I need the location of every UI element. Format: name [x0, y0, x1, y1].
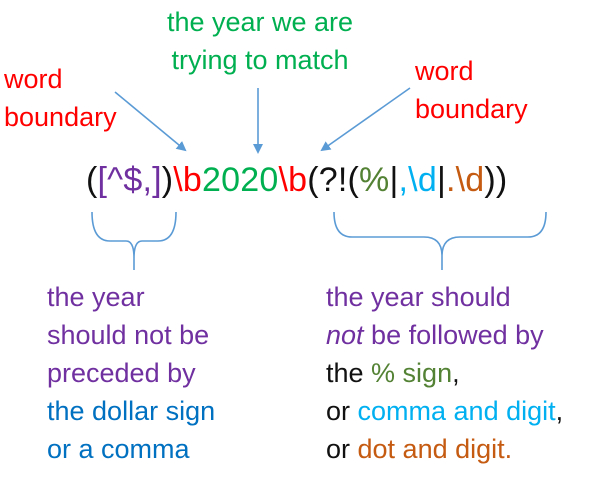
line-4-suffix: , — [555, 396, 564, 426]
explanation-right-line-1: the year should — [326, 282, 511, 312]
brace-right — [333, 211, 547, 270]
brace-left — [91, 211, 177, 270]
explanation-left-line-3: preceded by — [47, 358, 196, 388]
explanation-right-line-2-rest: be followed by — [363, 320, 544, 350]
line-4-prefix: or — [326, 396, 358, 426]
arrow-word-boundary-left — [114, 91, 187, 152]
explanation-right-line-2: not be followed by — [326, 316, 563, 354]
explanation-right-line-3: the % sign, — [326, 354, 563, 392]
dot-digit-text: dot and digit. — [357, 434, 513, 464]
explanation-right-line-4: or comma and digit, — [326, 392, 563, 430]
line-3-suffix: , — [452, 358, 460, 388]
explanation-left: the year should not be preceded by the d… — [47, 278, 215, 468]
regex-diagram: the year we are trying to match word bou… — [0, 0, 603, 481]
comma-digit-text: comma and digit — [357, 396, 556, 426]
percent-sign-text: % sign — [371, 358, 453, 388]
line-5-prefix: or — [326, 434, 358, 464]
explanation-left-line-1: the year — [47, 282, 145, 312]
arrow-word-boundary-right — [320, 87, 411, 152]
line-3-prefix: the — [326, 358, 372, 388]
explanation-left-line-4: the dollar sign — [47, 396, 216, 426]
explanation-left-line-2: should not be — [47, 320, 210, 350]
explanation-right: the year should not be followed by the %… — [326, 278, 563, 468]
explanation-right-line-5: or dot and digit. — [326, 430, 563, 468]
emphasis-not: not — [326, 320, 364, 350]
explanation-left-line-5: or a comma — [47, 434, 190, 464]
